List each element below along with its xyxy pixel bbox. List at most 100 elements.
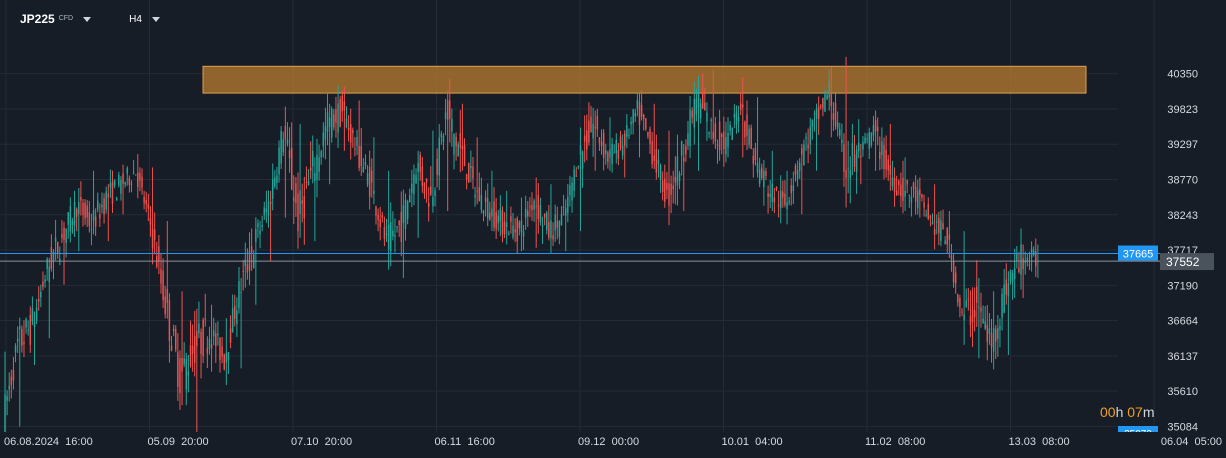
candle-down[interactable] — [181, 357, 183, 372]
candle-down[interactable] — [653, 155, 655, 161]
candle-down[interactable] — [723, 131, 725, 150]
candle-down[interactable] — [973, 310, 976, 318]
candle-up[interactable] — [326, 112, 329, 132]
candle-down[interactable] — [151, 228, 154, 249]
candle-down[interactable] — [531, 204, 533, 211]
candle-down[interactable] — [84, 202, 86, 219]
candle-up[interactable] — [491, 208, 493, 217]
candle-up[interactable] — [729, 124, 731, 131]
candle-up[interactable] — [330, 108, 333, 138]
candle-up[interactable] — [564, 208, 567, 216]
candle-down[interactable] — [744, 121, 746, 138]
candle-up[interactable] — [634, 112, 637, 117]
candle-up[interactable] — [758, 169, 761, 184]
candle-up[interactable] — [632, 109, 634, 124]
candle-down[interactable] — [177, 352, 179, 387]
candle-up[interactable] — [390, 222, 392, 251]
candle-up[interactable] — [940, 220, 942, 241]
candle-down[interactable] — [583, 135, 586, 142]
candle-down[interactable] — [210, 344, 213, 349]
candle-up[interactable] — [621, 145, 624, 156]
candle-up[interactable] — [14, 345, 17, 353]
price-chart[interactable]: 06.08.2024 16:00 05.09 20:00 07.10 20:00 06… — [0, 0, 1226, 458]
candle-up[interactable] — [105, 191, 107, 210]
candle-up[interactable] — [796, 169, 799, 180]
candle-up[interactable] — [1007, 283, 1010, 297]
candle-down[interactable] — [61, 233, 63, 239]
candle-up[interactable] — [695, 98, 698, 115]
candle-down[interactable] — [352, 130, 354, 134]
candle-down[interactable] — [297, 193, 299, 232]
candle-up[interactable] — [710, 119, 712, 122]
candle-down[interactable] — [617, 149, 620, 159]
candle-up[interactable] — [815, 108, 818, 119]
candle-down[interactable] — [459, 133, 462, 148]
candle-up[interactable] — [113, 179, 116, 187]
candle-up[interactable] — [881, 141, 883, 156]
candle-up[interactable] — [132, 173, 135, 175]
candle-down[interactable] — [967, 298, 970, 300]
candle-down[interactable] — [938, 217, 940, 233]
candle-up[interactable] — [33, 321, 36, 328]
candle-up[interactable] — [562, 207, 565, 209]
candle-down[interactable] — [128, 178, 131, 185]
resistance-zone[interactable] — [202, 65, 1087, 94]
candle-down[interactable] — [215, 333, 217, 347]
candle-up[interactable] — [697, 91, 700, 108]
candle-up[interactable] — [615, 139, 618, 154]
candle-up[interactable] — [813, 113, 816, 115]
candle-up[interactable] — [97, 200, 99, 210]
candle-down[interactable] — [594, 127, 596, 129]
candle-up[interactable] — [803, 144, 805, 166]
candle-down[interactable] — [99, 214, 101, 219]
candle-down[interactable] — [640, 105, 643, 117]
candle-up[interactable] — [522, 231, 525, 237]
candle-up[interactable] — [25, 318, 27, 328]
candle-down[interactable] — [358, 145, 360, 168]
candle-up[interactable] — [69, 206, 72, 232]
candle-up[interactable] — [836, 122, 839, 129]
candle-down[interactable] — [196, 331, 198, 347]
candle-down[interactable] — [548, 222, 550, 238]
candle-down[interactable] — [898, 180, 900, 186]
candle-down[interactable] — [746, 114, 748, 136]
candle-down[interactable] — [333, 114, 335, 128]
candle-up[interactable] — [944, 240, 946, 245]
candle-down[interactable] — [887, 159, 889, 171]
candle-up[interactable] — [499, 208, 502, 221]
candle-up[interactable] — [217, 333, 219, 336]
candle-up[interactable] — [392, 230, 394, 237]
candle-up[interactable] — [1032, 250, 1035, 256]
candle-up[interactable] — [524, 208, 527, 218]
candle-up[interactable] — [847, 168, 849, 170]
candle-down[interactable] — [200, 331, 202, 354]
candle-down[interactable] — [704, 102, 706, 111]
candle-down[interactable] — [957, 294, 959, 303]
candle-up[interactable] — [798, 163, 801, 171]
candle-down[interactable] — [661, 180, 664, 192]
candle-down[interactable] — [42, 281, 44, 287]
candle-up[interactable] — [90, 229, 93, 231]
candle-down[interactable] — [147, 204, 150, 209]
candle-down[interactable] — [463, 144, 466, 166]
candle-up[interactable] — [868, 132, 870, 149]
candle-up[interactable] — [299, 190, 301, 214]
candle-down[interactable] — [893, 177, 896, 192]
candle-down[interactable] — [969, 315, 972, 325]
candle-up[interactable] — [630, 121, 632, 125]
candle-down[interactable] — [716, 144, 719, 146]
candle-up[interactable] — [811, 120, 814, 128]
candle-down[interactable] — [834, 102, 837, 127]
candle-down[interactable] — [145, 200, 147, 205]
candle-down[interactable] — [29, 314, 32, 345]
candle-down[interactable] — [204, 318, 206, 320]
candle-down[interactable] — [807, 144, 809, 149]
candle-down[interactable] — [111, 182, 114, 204]
candle-up[interactable] — [727, 132, 729, 148]
candle-up[interactable] — [373, 190, 375, 195]
candle-up[interactable] — [680, 141, 683, 156]
candle-down[interactable] — [495, 212, 497, 230]
candle-down[interactable] — [162, 270, 164, 301]
candle-up[interactable] — [676, 156, 679, 186]
candle-up[interactable] — [65, 228, 67, 244]
